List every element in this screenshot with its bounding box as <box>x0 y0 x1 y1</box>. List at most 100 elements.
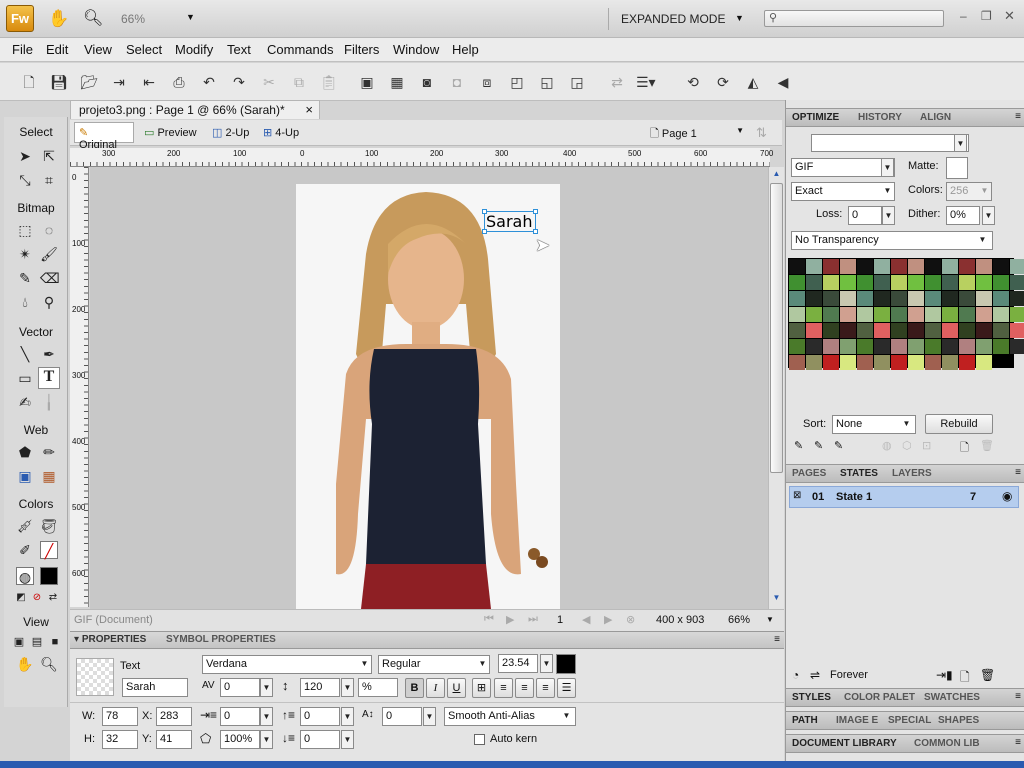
color-swatch[interactable] <box>976 339 992 354</box>
transparent-icon[interactable]: ⊡ <box>922 439 931 452</box>
tab-pages[interactable]: PAGES <box>792 468 826 479</box>
page-selector[interactable]: 🗋 Page 1 ▼ <box>650 125 746 142</box>
menu-help[interactable]: Help <box>452 42 479 57</box>
color-swatch[interactable] <box>993 259 1009 274</box>
bold-button[interactable]: B <box>405 678 424 698</box>
color-swatch[interactable] <box>789 307 805 322</box>
color-swatch[interactable] <box>942 355 958 370</box>
color-swatch[interactable] <box>874 339 890 354</box>
delete-color-icon[interactable]: 🗑︎ <box>980 439 994 452</box>
undo-icon[interactable]: ↶ <box>200 73 218 91</box>
leading-unit-select[interactable]: % <box>358 678 398 697</box>
join-icon[interactable]: ◙ <box>418 73 436 91</box>
tab-styles[interactable]: STYLES <box>792 692 831 703</box>
tab-color-palette[interactable]: COLOR PALET <box>844 692 915 703</box>
color-swatch[interactable] <box>1010 307 1024 322</box>
underline-button[interactable]: U <box>447 678 466 698</box>
new-document-icon[interactable]: 🗋 <box>20 73 38 91</box>
menu-file[interactable]: File <box>12 42 33 57</box>
paint-bucket-icon[interactable]: 🪣︎ <box>40 517 58 535</box>
pencil-tool-icon[interactable]: ✎ <box>16 269 34 287</box>
bring-to-front-icon[interactable]: ⧈ <box>478 73 496 91</box>
lasso-tool-icon[interactable]: ◌ <box>40 221 58 239</box>
marquee-tool-icon[interactable]: ⬚ <box>16 221 34 239</box>
new-color-icon[interactable]: 🗋 <box>960 439 969 458</box>
menu-filters[interactable]: Filters <box>344 42 379 57</box>
color-swatch[interactable] <box>959 307 975 322</box>
magic-wand-icon[interactable]: ✴ <box>16 245 34 263</box>
color-swatch[interactable] <box>908 339 924 354</box>
panel-menu-icon[interactable]: ≡ <box>774 634 780 645</box>
import-icon[interactable]: ⇥ <box>110 73 128 91</box>
chevron-down-icon[interactable]: ▼ <box>341 730 354 749</box>
color-swatch[interactable] <box>857 307 873 322</box>
font-size-dropdown[interactable]: ▼ <box>540 654 553 673</box>
document-photo[interactable] <box>296 184 560 609</box>
print-icon[interactable]: ⎙ <box>170 73 188 91</box>
play-icon[interactable]: ▶ <box>506 613 514 626</box>
new-state-icon[interactable]: 🗋 <box>960 668 970 689</box>
hide-slices-icon[interactable]: ▣ <box>16 467 34 485</box>
baseline-shift-field[interactable]: 0 <box>382 707 422 726</box>
scroll-up-icon[interactable]: ▲ <box>770 169 783 181</box>
color-swatch[interactable] <box>993 275 1009 290</box>
ungroup-icon[interactable]: ▦ <box>388 73 406 91</box>
stroke-swatch[interactable]: ╱ <box>40 541 58 559</box>
color-swatch[interactable] <box>857 259 873 274</box>
space-after-field[interactable]: 0 <box>300 730 340 749</box>
color-swatch[interactable] <box>857 323 873 338</box>
blur-tool-icon[interactable]: 💧︎ <box>16 293 34 311</box>
color-swatch[interactable] <box>942 323 958 338</box>
tab-swatches[interactable]: SWATCHES <box>924 692 980 703</box>
show-slices-icon[interactable]: ▦ <box>40 467 58 485</box>
format-select[interactable]: GIF <box>791 158 895 177</box>
text-orientation-icon[interactable]: ⊞ <box>472 678 491 698</box>
tab-special-characters[interactable]: SPECIAL <box>888 715 931 726</box>
justify-icon[interactable]: ☰ <box>557 678 576 698</box>
color-swatch[interactable] <box>925 275 941 290</box>
state-target-icon[interactable]: ◉ <box>1002 489 1012 503</box>
tab-common-library[interactable]: COMMON LIB <box>914 738 980 749</box>
scroll-thumb[interactable] <box>770 183 783 473</box>
pointer-tool-icon[interactable]: ➤ <box>16 147 34 165</box>
tab-path[interactable]: PATH <box>792 715 818 726</box>
color-swatch[interactable] <box>993 323 1009 338</box>
color-swatch[interactable] <box>806 307 822 322</box>
color-swatch[interactable] <box>942 259 958 274</box>
transparency-select[interactable]: No Transparency <box>791 231 993 250</box>
color-swatch[interactable] <box>789 355 805 370</box>
y-field[interactable]: 41 <box>156 730 192 749</box>
color-swatch[interactable] <box>857 355 873 370</box>
lock-icon[interactable]: ⬡ <box>902 439 912 452</box>
align-center-icon[interactable]: ≡ <box>515 678 534 698</box>
color-swatch[interactable] <box>823 291 839 306</box>
text-tool-icon[interactable]: T <box>38 367 60 389</box>
tab-history[interactable]: HISTORY <box>858 112 902 123</box>
minimize-icon[interactable]: – <box>960 9 967 23</box>
antialias-select[interactable]: Smooth Anti-Alias <box>444 707 576 726</box>
color-swatch[interactable] <box>857 275 873 290</box>
color-swatch[interactable] <box>789 323 805 338</box>
menu-select[interactable]: Select <box>126 42 162 57</box>
loop-options-icon[interactable]: ⇌ <box>810 668 820 682</box>
color-swatch[interactable] <box>874 275 890 290</box>
color-swatch[interactable] <box>908 275 924 290</box>
color-swatch[interactable] <box>891 355 907 370</box>
chevron-down-icon[interactable]: ▼ <box>882 206 895 225</box>
next-frame-icon[interactable]: ▶ <box>604 613 612 626</box>
flip-vertical-icon[interactable]: ◀ <box>774 73 792 91</box>
tab-preview[interactable]: ▭ Preview <box>144 126 197 139</box>
zoom-dropdown-icon[interactable]: ▼ <box>186 12 195 22</box>
color-swatch[interactable] <box>806 355 822 370</box>
bring-forward-icon[interactable]: ◰ <box>508 73 526 91</box>
color-swatch[interactable] <box>925 355 941 370</box>
color-swatch[interactable] <box>891 259 907 274</box>
loop-setting[interactable]: Forever <box>830 669 868 681</box>
tab-symbol-properties[interactable]: SYMBOL PROPERTIES <box>166 634 276 645</box>
color-swatch[interactable] <box>806 339 822 354</box>
chevron-down-icon[interactable]: ▼ <box>341 678 354 697</box>
color-swatch[interactable] <box>993 307 1009 322</box>
color-swatch[interactable] <box>823 339 839 354</box>
rotate-left-icon[interactable]: ⟲ <box>684 73 702 91</box>
color-swatch[interactable] <box>840 355 856 370</box>
